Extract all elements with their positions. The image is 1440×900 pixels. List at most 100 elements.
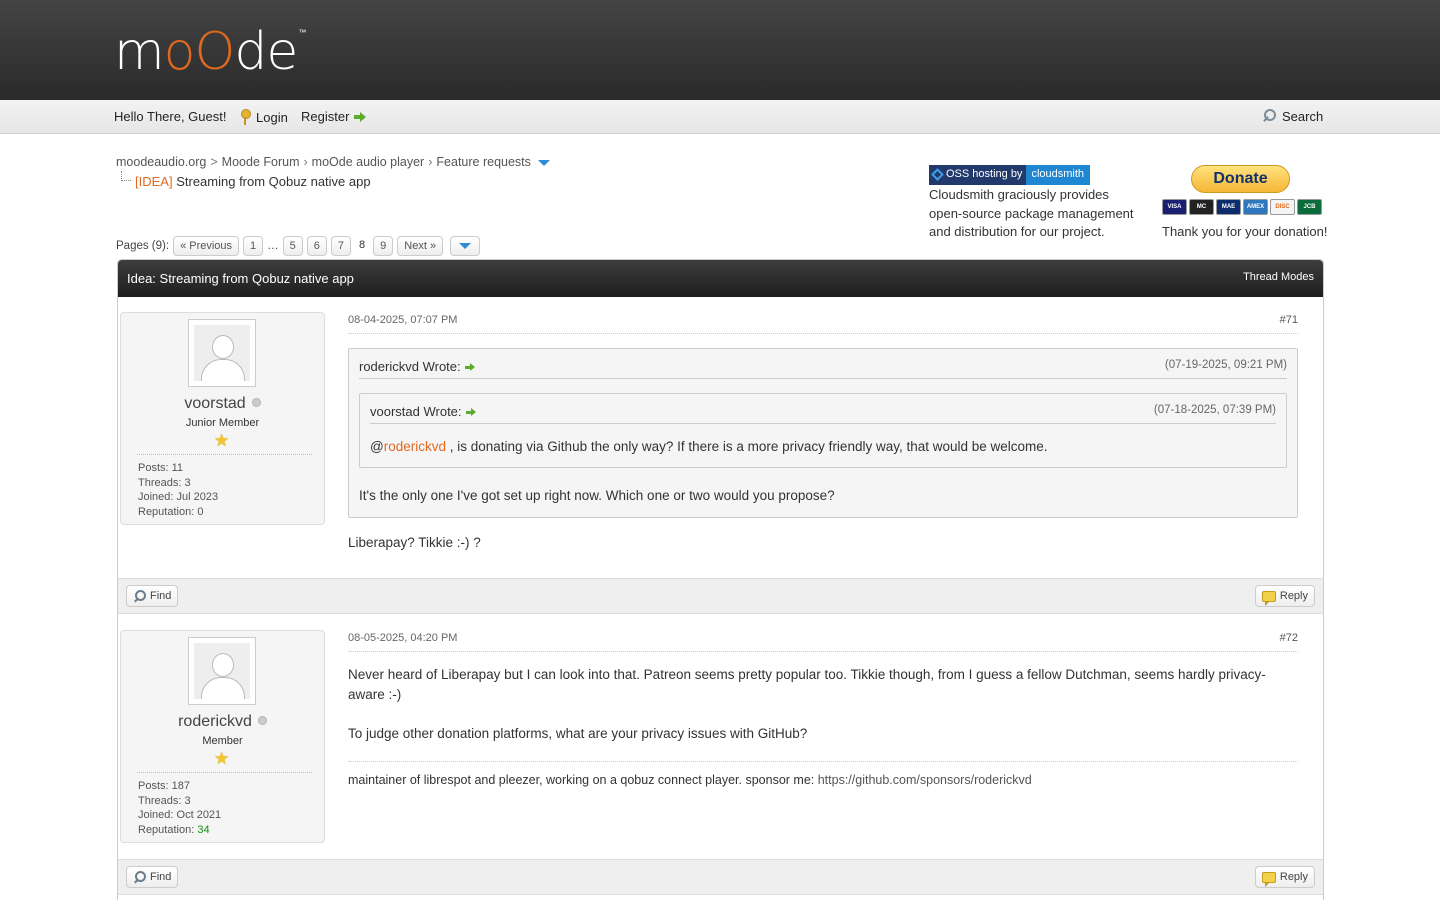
amex-card-icon: AMEX (1243, 199, 1268, 215)
author-name[interactable]: roderickvd (178, 713, 252, 730)
reply-button[interactable]: Reply (1254, 866, 1315, 888)
chevron-down-icon (459, 243, 472, 249)
oss-hosting-badge[interactable]: OSS hosting by cloudsmith (929, 165, 1091, 185)
find-button[interactable]: Find (126, 866, 179, 888)
post-date: 08-05-2025, 04:20 PM (348, 632, 458, 644)
avatar[interactable] (188, 637, 256, 705)
reply-button[interactable]: Reply (1254, 585, 1315, 607)
thread-tree-line (121, 171, 131, 181)
quote-author-label: roderickvd Wrote: (359, 359, 461, 374)
post-72: roderickvd Member ★ Posts: 187 Threads: … (118, 615, 1323, 860)
author-divider (137, 454, 312, 455)
thread-header: Idea: Streaming from Qobuz native app Th… (118, 260, 1323, 297)
breadcrumb-forum[interactable]: Moode Forum (222, 155, 300, 169)
login-link[interactable]: Login (238, 109, 288, 125)
pagination-ellipsis: … (267, 240, 279, 252)
author-joined: Joined: Jul 2023 (138, 491, 219, 503)
offline-status-icon (251, 398, 261, 407)
pagination-page-5[interactable]: 5 (282, 236, 303, 256)
logo-text: moOde (114, 22, 298, 82)
author-divider (137, 772, 312, 773)
search-label: Search (1282, 108, 1324, 124)
breadcrumb-player[interactable]: moOde audio player (312, 155, 425, 169)
pagination-page-7[interactable]: 7 (330, 236, 352, 256)
pagination-page-1[interactable]: 1 (243, 236, 264, 256)
post-meta: 08-04-2025, 07:07 PM #71 (348, 312, 1298, 334)
reply-icon (1261, 871, 1276, 887)
breadcrumb-feature-requests[interactable]: Feature requests (436, 155, 531, 169)
breadcrumb-home[interactable]: moodeaudio.org (116, 155, 206, 169)
post-text-paragraph-1: Never heard of Liberapay but I can look … (348, 667, 1266, 702)
signature-text: maintainer of librespot and pleezer, wor… (348, 773, 818, 787)
post-number[interactable]: #72 (1280, 632, 1298, 644)
register-label: Register (301, 109, 350, 124)
thread-modes-link[interactable]: Thread Modes (1243, 271, 1314, 283)
pagination-previous[interactable]: « Previous (173, 236, 240, 256)
post-body: 08-05-2025, 04:20 PM #72 Never heard of … (348, 630, 1298, 787)
find-label: Find (150, 871, 172, 883)
breadcrumb-dropdown-icon[interactable] (537, 160, 550, 166)
goto-quote-icon[interactable] (464, 362, 475, 371)
breadcrumb-thread: [IDEA] Streaming from Qobuz native app (135, 174, 371, 189)
avatar[interactable] (188, 319, 256, 387)
mastercard-icon: MC (1189, 199, 1214, 215)
post-meta: 08-05-2025, 04:20 PM #72 (348, 630, 1298, 652)
search-link[interactable]: Search (1261, 108, 1323, 124)
author-reputation[interactable]: 34 (197, 824, 209, 836)
mention-at: @ (370, 439, 384, 454)
site-header: moOde ™ (0, 0, 1440, 100)
rank-star-icon: ★ (214, 431, 230, 450)
donate-button[interactable]: Donate (1191, 165, 1290, 193)
thread-prefix: [IDEA] (135, 174, 173, 189)
breadcrumb-sep: > (210, 155, 218, 169)
oss-badge-left: OSS hosting by (929, 165, 1027, 185)
logo-tm: ™ (298, 28, 307, 37)
find-label: Find (150, 590, 172, 602)
key-icon (238, 109, 252, 125)
pagination-next[interactable]: Next » (397, 236, 444, 256)
breadcrumb-sep: › (303, 155, 308, 169)
search-icon (133, 870, 146, 884)
find-button[interactable]: Find (126, 585, 179, 607)
user-menu-bar: Hello There, Guest! Login Register Searc… (0, 100, 1440, 134)
author-name-row: roderickvd (121, 713, 324, 731)
pagination-page-6[interactable]: 6 (306, 236, 327, 256)
greeting-text: Hello There, Guest! (114, 109, 227, 124)
reputation-label: Reputation: (138, 823, 195, 836)
author-rank: Junior Member (185, 417, 260, 429)
author-name[interactable]: voorstad (184, 395, 245, 412)
author-stats: Posts: 11 Threads: 3 Joined: Jul 2023 Re… (138, 461, 218, 519)
visa-card-icon: VISA (1162, 199, 1187, 215)
post-number[interactable]: #71 (1280, 314, 1298, 326)
quote-inner-author: voorstad Wrote: (370, 404, 476, 419)
jcb-card-icon: JCB (1297, 199, 1322, 215)
quote-author: roderickvd Wrote: (359, 359, 475, 374)
site-logo[interactable]: moOde ™ (114, 26, 306, 78)
author-panel: voorstad Junior Member ★ Posts: 11 Threa… (120, 312, 325, 525)
donate-thanks: Thank you for your donation! (1162, 224, 1328, 239)
pagination-jump-menu[interactable] (450, 236, 481, 256)
pagination-current-page: 8 (359, 239, 366, 251)
rank-star-icon: ★ (214, 749, 230, 768)
author-reputation[interactable]: 0 (197, 506, 203, 518)
author-stats: Posts: 187 Threads: 3 Joined: Oct 2021 R… (138, 779, 221, 837)
signature-link[interactable]: https://github.com/sponsors/roderickvd (818, 773, 1032, 787)
author-name-row: voorstad (121, 395, 324, 413)
author-joined: Joined: Oct 2021 (138, 809, 222, 821)
post-text: Liberapay? Tikkie :-) ? (348, 535, 481, 550)
goto-quote-icon[interactable] (465, 407, 476, 416)
thread-container: Idea: Streaming from Qobuz native app Th… (117, 259, 1324, 900)
pagination-page-9[interactable]: 9 (373, 236, 394, 256)
payment-cards: VISA MC MAE AMEX DISC JCB (1162, 199, 1322, 215)
post-72-footer: Find Reply (118, 859, 1323, 895)
post-date: 08-04-2025, 07:07 PM (348, 314, 458, 326)
thread-title-text: Streaming from Qobuz native app (176, 174, 371, 189)
breadcrumb: moodeaudio.org > Moode Forum › moOde aud… (116, 155, 550, 169)
user-mention[interactable]: roderickvd (384, 439, 446, 454)
search-icon (133, 589, 146, 603)
quote-inner-author-label: voorstad Wrote: (370, 404, 462, 419)
author-panel: roderickvd Member ★ Posts: 187 Threads: … (120, 630, 325, 843)
author-rank: Member (202, 735, 243, 747)
register-link[interactable]: Register (301, 109, 367, 124)
signature-divider (348, 761, 1298, 762)
